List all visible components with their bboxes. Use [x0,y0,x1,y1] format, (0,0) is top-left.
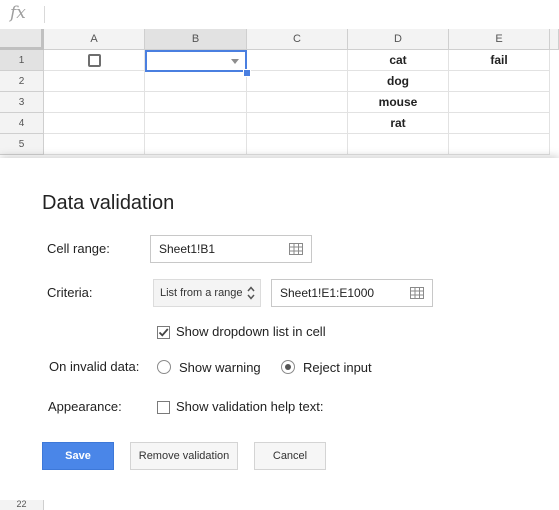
select-all-corner[interactable] [0,29,44,50]
cell-d2[interactable]: dog [348,71,449,92]
show-warning-radio[interactable] [157,360,171,374]
cell-b3[interactable] [145,92,247,113]
cell-a4[interactable] [44,113,145,134]
cell-c5[interactable] [247,134,348,155]
cell-d5[interactable] [348,134,449,155]
appearance-label: Appearance: [48,399,122,414]
grid-icon[interactable] [410,287,424,299]
row-header-3[interactable]: 3 [0,92,44,113]
cell-b4[interactable] [145,113,247,134]
fill-handle[interactable] [243,69,251,77]
cell-c3[interactable] [247,92,348,113]
fx-icon: fx [10,3,26,23]
reject-input-label[interactable]: Reject input [303,360,372,375]
checkbox-icon[interactable] [88,54,101,67]
cell-range-value: Sheet1!B1 [159,242,216,256]
cell-a3[interactable] [44,92,145,113]
formula-bar: fx [0,0,559,30]
show-dropdown-checkbox[interactable] [157,326,170,339]
cell-c4[interactable] [247,113,348,134]
criteria-range-value: Sheet1!E1:E1000 [280,286,375,300]
column-header-e[interactable]: E [449,29,550,50]
cell-e5[interactable] [449,134,550,155]
row-header-4[interactable]: 4 [0,113,44,134]
row-header-22[interactable]: 22 [0,500,44,510]
invalid-data-label: On invalid data: [49,359,140,374]
criteria-range-input[interactable]: Sheet1!E1:E1000 [271,279,433,307]
cell-d4[interactable]: rat [348,113,449,134]
cell-e3[interactable] [449,92,550,113]
grid-bottom-strip: 22 [0,500,559,510]
remove-validation-button[interactable]: Remove validation [130,442,238,470]
cell-a5[interactable] [44,134,145,155]
cell-e1[interactable]: fail [449,50,550,71]
reject-input-radio[interactable] [281,360,295,374]
cell-b1-selected[interactable] [145,50,247,72]
formula-divider [44,6,45,23]
check-icon [158,328,169,337]
cell-b5[interactable] [145,134,247,155]
cell-a2[interactable] [44,71,145,92]
show-dropdown-label[interactable]: Show dropdown list in cell [176,324,326,339]
cell-e4[interactable] [449,113,550,134]
cell-d1[interactable]: cat [348,50,449,71]
dropdown-arrow-icon[interactable] [231,59,239,64]
help-text-checkbox[interactable] [157,401,170,414]
criteria-type-value: List from a range [160,287,243,299]
show-warning-label[interactable]: Show warning [179,360,261,375]
formula-input[interactable] [50,0,550,28]
dialog-title: Data validation [42,192,175,214]
cell-e2[interactable] [449,71,550,92]
column-header-c[interactable]: C [247,29,348,50]
column-header-a[interactable]: A [44,29,145,50]
cell-b2[interactable] [145,71,247,92]
column-header-d[interactable]: D [348,29,449,50]
grid-icon[interactable] [289,243,303,255]
row-header-2[interactable]: 2 [0,71,44,92]
cancel-button[interactable]: Cancel [254,442,326,470]
cell-range-label: Cell range: [47,241,110,256]
row-header-1[interactable]: 1 [0,50,44,71]
criteria-label: Criteria: [47,285,93,300]
column-header-b[interactable]: B [145,29,247,50]
cell-range-input[interactable]: Sheet1!B1 [150,235,312,263]
row-header-5[interactable]: 5 [0,134,44,155]
spreadsheet-grid: A B C D E 1 2 3 4 5 cat fail dog mouse r… [0,29,559,161]
data-validation-dialog: Data validation Cell range: Sheet1!B1 Cr… [0,158,559,500]
criteria-type-select[interactable]: List from a range [153,279,261,307]
cell-d3[interactable]: mouse [348,92,449,113]
help-text-label[interactable]: Show validation help text: [176,399,323,414]
cell-a1[interactable] [44,50,145,71]
updown-arrows-icon [247,286,255,300]
column-header-f-partial[interactable] [550,29,559,50]
cell-c2[interactable] [247,71,348,92]
cell-c1[interactable] [247,50,348,71]
save-button[interactable]: Save [42,442,114,470]
